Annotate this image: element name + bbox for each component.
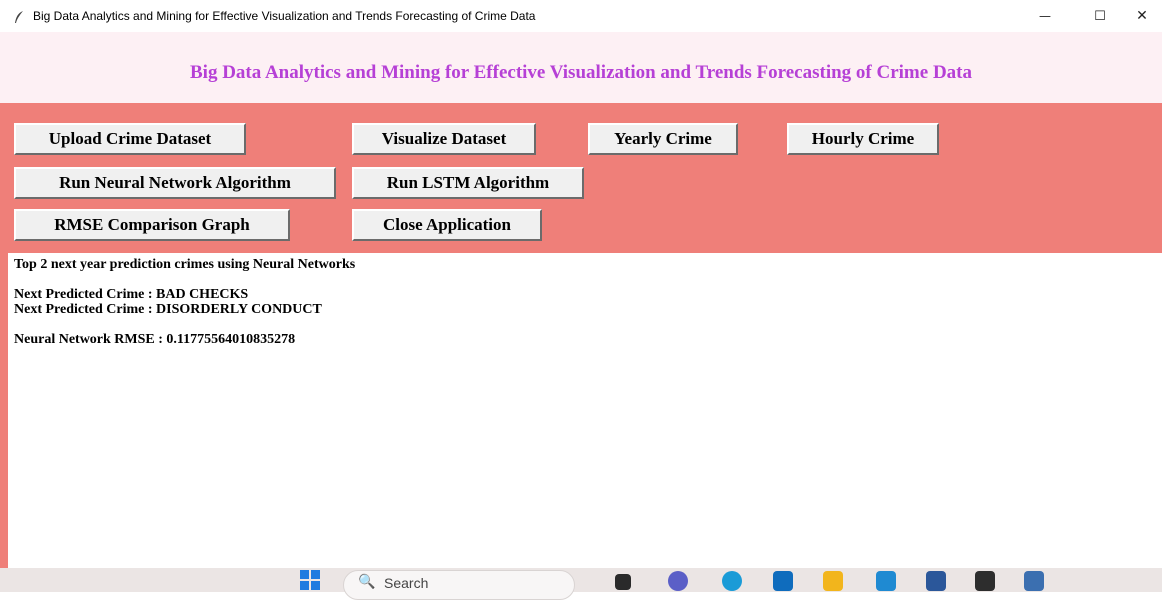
output-line: Neural Network RMSE : 0.1177556401083527… bbox=[14, 332, 296, 347]
window-title: Big Data Analytics and Mining for Effect… bbox=[33, 9, 536, 23]
search-placeholder: Search bbox=[384, 575, 429, 591]
output-text-area[interactable]: Top 2 next year prediction crimes using … bbox=[14, 257, 1154, 347]
window-titlebar: Big Data Analytics and Mining for Effect… bbox=[0, 0, 1162, 32]
taskbar-search[interactable]: 🔍 Search bbox=[343, 570, 575, 600]
upload-crime-dataset-button[interactable]: Upload Crime Dataset bbox=[14, 123, 246, 155]
app-title: Big Data Analytics and Mining for Effect… bbox=[190, 62, 972, 83]
taskbar: 🔍 Search bbox=[0, 568, 1162, 600]
maximize-icon: ☐ bbox=[1094, 8, 1106, 24]
close-application-button[interactable]: Close Application bbox=[352, 209, 542, 241]
close-icon: ✕ bbox=[1136, 8, 1148, 24]
left-border-strip bbox=[0, 103, 8, 568]
search-icon: 🔍 bbox=[358, 574, 376, 590]
python-app-icon[interactable] bbox=[1024, 571, 1044, 591]
file-explorer-icon[interactable] bbox=[615, 574, 631, 590]
vscode-icon[interactable] bbox=[876, 571, 896, 591]
minimize-button[interactable]: — bbox=[1023, 0, 1067, 32]
teams-chat-icon[interactable] bbox=[668, 571, 688, 591]
maximize-button[interactable]: ☐ bbox=[1078, 0, 1122, 32]
output-line: Next Predicted Crime : DISORDERLY CONDUC… bbox=[14, 302, 322, 317]
minimize-icon: — bbox=[1039, 9, 1051, 23]
run-neural-network-button[interactable]: Run Neural Network Algorithm bbox=[14, 167, 336, 199]
app-header: Big Data Analytics and Mining for Effect… bbox=[0, 32, 1162, 103]
edge-browser-icon[interactable] bbox=[722, 571, 742, 591]
mail-icon[interactable] bbox=[773, 571, 793, 591]
rmse-comparison-graph-button[interactable]: RMSE Comparison Graph bbox=[14, 209, 290, 241]
terminal-icon[interactable] bbox=[975, 571, 995, 591]
folder-icon[interactable] bbox=[823, 571, 843, 591]
yearly-crime-button[interactable]: Yearly Crime bbox=[588, 123, 738, 155]
run-lstm-button[interactable]: Run LSTM Algorithm bbox=[352, 167, 584, 199]
windows-start-icon[interactable] bbox=[300, 570, 320, 590]
button-panel: Upload Crime Dataset Visualize Dataset Y… bbox=[8, 103, 1162, 253]
close-window-button[interactable]: ✕ bbox=[1120, 0, 1162, 32]
output-line: Next Predicted Crime : BAD CHECKS bbox=[14, 287, 249, 302]
word-icon[interactable] bbox=[926, 571, 946, 591]
hourly-crime-button[interactable]: Hourly Crime bbox=[787, 123, 939, 155]
feather-icon bbox=[15, 11, 23, 23]
output-line: Top 2 next year prediction crimes using … bbox=[14, 257, 356, 272]
visualize-dataset-button[interactable]: Visualize Dataset bbox=[352, 123, 536, 155]
